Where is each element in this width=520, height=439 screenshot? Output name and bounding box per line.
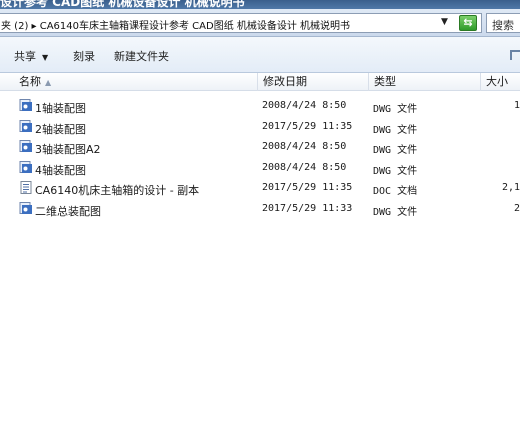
window-title: 设计参考 CAD图纸 机械设备设计 机械说明书 [0, 0, 245, 9]
file-date: 2017/5/29 11:33 [262, 202, 353, 214]
address-dropdown-icon[interactable]: ▼ [441, 17, 448, 27]
file-date: 2008/4/24 8:50 [262, 100, 347, 111]
file-size: 1 [513, 100, 520, 111]
file-row[interactable]: CA6140机床主轴箱的设计 - 副本 2017/5/29 11:35 DOC … [0, 179, 520, 200]
dwg-file-icon [19, 140, 32, 152]
dwg-file-icon [19, 160, 32, 173]
file-name: 二维总装配图 [35, 204, 101, 218]
column-header-row: 名称 ▲ 修改日期 类型 大小 [0, 73, 520, 91]
file-name: 2轴装配图 [35, 122, 86, 136]
window-title-bar: 设计参考 CAD图纸 机械设备设计 机械说明书 [0, 0, 520, 9]
file-type: DWG 文件 [373, 124, 418, 136]
command-toolbar: 共享 ▼ 刻录 新建文件夹 [0, 37, 520, 73]
file-name: CA6140机床主轴箱的设计 - 副本 [35, 184, 200, 197]
file-type: DWG 文件 [373, 165, 418, 177]
chevron-down-icon: ▼ [42, 53, 49, 62]
file-row[interactable]: 1轴装配图 2008/4/24 8:50 DWG 文件 1 [0, 97, 520, 118]
address-bar[interactable]: 夹 (2) ▸ CA6140车床主轴箱课程设计参考 CAD图纸 机械设备设计 机… [0, 13, 482, 33]
column-header-type[interactable]: 类型 [369, 73, 481, 91]
file-type: DWG 文件 [373, 104, 418, 115]
new-folder-button[interactable]: 新建文件夹 [114, 48, 169, 64]
share-button[interactable]: 共享 ▼ [14, 48, 48, 64]
share-label: 共享 [14, 50, 36, 63]
search-placeholder: 搜索 [492, 19, 514, 32]
column-name-label: 名称 [19, 75, 41, 88]
breadcrumb[interactable]: 夹 (2) ▸ CA6140车床主轴箱课程设计参考 CAD图纸 机械设备设计 机… [1, 17, 350, 32]
file-name: 4轴装配图 [35, 163, 86, 177]
refresh-icon[interactable]: ⇆ [459, 15, 477, 31]
dwg-file-icon [19, 201, 32, 214]
sort-ascending-icon: ▲ [45, 78, 52, 87]
file-list: 1轴装配图 2008/4/24 8:50 DWG 文件 1 2轴装配图 2017… [0, 97, 520, 220]
file-type: DOC 文档 [373, 186, 418, 197]
file-date: 2008/4/24 8:50 [262, 161, 347, 173]
file-name: 3轴装配图A2 [35, 143, 101, 156]
file-name: 1轴装配图 [35, 102, 86, 115]
file-type: DWG 文件 [373, 206, 418, 218]
file-date: 2008/4/24 8:50 [262, 141, 347, 152]
file-row[interactable]: 2轴装配图 2017/5/29 11:35 DWG 文件 [0, 118, 520, 139]
file-date: 2017/5/29 11:35 [262, 182, 353, 193]
views-icon[interactable] [510, 50, 520, 60]
file-row[interactable]: 4轴装配图 2008/4/24 8:50 DWG 文件 [0, 159, 520, 180]
file-size: 2,1 [501, 182, 520, 193]
file-row[interactable]: 3轴装配图A2 2008/4/24 8:50 DWG 文件 [0, 138, 520, 159]
column-header-size[interactable]: 大小 [481, 73, 520, 91]
file-row[interactable]: 二维总装配图 2017/5/29 11:33 DWG 文件 2 [0, 200, 520, 221]
dwg-file-icon [19, 119, 32, 132]
dwg-file-icon [19, 99, 32, 111]
column-header-name[interactable]: 名称 ▲ [14, 73, 258, 91]
doc-file-icon [20, 181, 32, 194]
file-type: DWG 文件 [373, 145, 418, 156]
burn-button[interactable]: 刻录 [73, 48, 95, 64]
file-date: 2017/5/29 11:35 [262, 120, 353, 132]
file-size: 2 [513, 202, 520, 214]
column-header-date[interactable]: 修改日期 [258, 73, 369, 91]
search-input[interactable]: 搜索 [486, 13, 520, 33]
address-row: 夹 (2) ▸ CA6140车床主轴箱课程设计参考 CAD图纸 机械设备设计 机… [0, 9, 520, 37]
